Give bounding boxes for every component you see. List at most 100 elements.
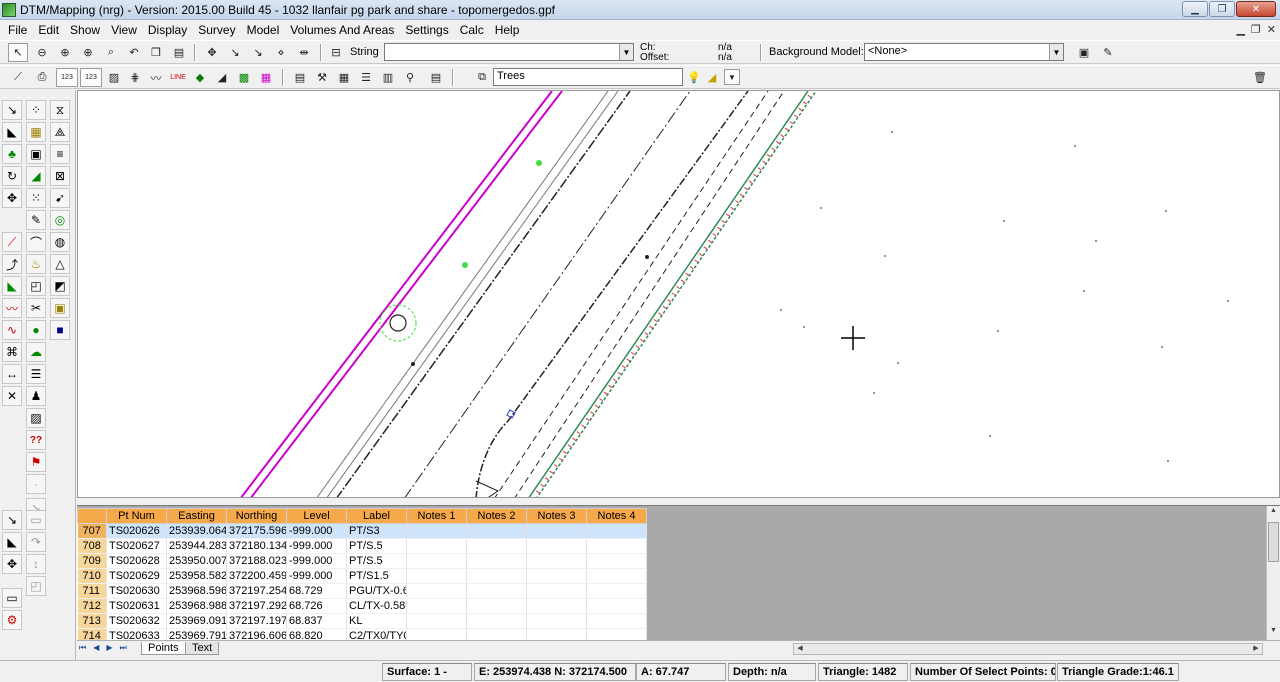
column-header[interactable]: Easting: [166, 508, 227, 524]
layer-stack-icon[interactable]: ⧉: [472, 68, 492, 87]
redraw-icon[interactable]: ▤: [169, 43, 189, 62]
row-number[interactable]: 707: [77, 523, 107, 539]
fill-icon[interactable]: ◣: [2, 122, 22, 142]
table-cell[interactable]: -999.000: [286, 538, 347, 554]
table-cell[interactable]: 253968.988: [166, 598, 227, 614]
symbol-icon[interactable]: ▣: [50, 298, 70, 318]
polygon-icon[interactable]: ⟁: [50, 122, 70, 142]
minimize-button[interactable]: ▁: [1182, 1, 1208, 17]
table-cell[interactable]: [586, 523, 647, 539]
snap-icon[interactable]: ⋄: [271, 43, 291, 62]
points-icon[interactable]: ⁘: [26, 100, 46, 120]
table-cell[interactable]: PGU/TX-0.6: [346, 583, 407, 599]
table-cell[interactable]: [406, 583, 467, 599]
string-draw-icon[interactable]: ⟋: [2, 232, 22, 252]
menu-edit[interactable]: Edit: [34, 23, 66, 37]
colour-palette-icon[interactable]: ▦: [256, 68, 276, 87]
legend-icon[interactable]: ☰: [26, 364, 46, 384]
scroll-up-icon[interactable]: ▲: [1268, 507, 1279, 519]
table-cell[interactable]: [586, 613, 647, 629]
measure-icon[interactable]: ⟋: [8, 68, 28, 87]
table-cell[interactable]: TS020630: [106, 583, 167, 599]
box-cross-icon[interactable]: ⊠: [50, 166, 70, 186]
table-cell[interactable]: 372175.596: [226, 523, 287, 539]
tab-text[interactable]: Text: [185, 642, 220, 655]
menu-file[interactable]: File: [4, 23, 34, 37]
row-number[interactable]: 709: [77, 553, 107, 569]
mdi-restore-icon[interactable]: ❐: [1251, 23, 1261, 36]
menu-volumes-and-areas[interactable]: Volumes And Areas: [286, 23, 401, 37]
polyline-icon[interactable]: ♨: [26, 254, 46, 274]
trash-icon[interactable]: 🗑: [1250, 68, 1270, 87]
table-cell[interactable]: 372188.023: [226, 553, 287, 569]
surface-icon[interactable]: ◆: [190, 68, 210, 87]
menu-show[interactable]: Show: [66, 23, 107, 37]
menu-view[interactable]: View: [107, 23, 144, 37]
table-cell[interactable]: PT/S.5: [346, 553, 407, 569]
table-cell[interactable]: 372197.292: [226, 598, 287, 614]
table-cell[interactable]: [466, 598, 527, 614]
user-icon[interactable]: ♟: [26, 386, 46, 406]
table-cell[interactable]: [466, 568, 527, 584]
table-cell[interactable]: TS020627: [106, 538, 167, 554]
text-size-icon[interactable]: 123: [56, 68, 78, 87]
table-cell[interactable]: -999.000: [286, 568, 347, 584]
pointer-icon[interactable]: ➹: [50, 188, 70, 208]
select-arrow-icon[interactable]: ↖: [8, 43, 28, 62]
table-row[interactable]: 708 TS020627 253944.283 372180.134 -999.000 P…: [77, 538, 647, 554]
surface-fill-icon[interactable]: ◢: [26, 166, 46, 186]
table-cell[interactable]: [526, 538, 587, 554]
volume-icon[interactable]: ■: [50, 320, 70, 340]
table-cell[interactable]: TS020626: [106, 523, 167, 539]
notes-icon[interactable]: ▥: [378, 68, 398, 87]
table-cell[interactable]: [466, 538, 527, 554]
scroll-left-icon[interactable]: ◀: [794, 644, 806, 654]
tab-navigation-icon[interactable]: ⏮◀▶⏭: [79, 643, 134, 653]
chevron-down-icon[interactable]: ▼: [724, 69, 740, 85]
grid-vertical-scrollbar[interactable]: ▲ ▼: [1266, 506, 1280, 640]
table-cell[interactable]: 372197.254: [226, 583, 287, 599]
table-cell[interactable]: [406, 523, 467, 539]
table-cell[interactable]: [586, 553, 647, 569]
cloud-icon[interactable]: ☁: [26, 342, 46, 362]
table-cell[interactable]: [526, 568, 587, 584]
table-cell[interactable]: [406, 568, 467, 584]
pan-icon[interactable]: ✥: [202, 43, 222, 62]
move-icon[interactable]: ⇹: [294, 43, 314, 62]
list-icon[interactable]: ☰: [356, 68, 376, 87]
section-icon[interactable]: ∿: [2, 320, 22, 340]
plan-view-canvas[interactable]: [77, 90, 1280, 498]
window-icon[interactable]: ▭: [2, 588, 22, 608]
row-number[interactable]: 712: [77, 598, 107, 614]
table-cell[interactable]: 68.726: [286, 598, 347, 614]
table-cell[interactable]: [466, 553, 527, 569]
table-cell[interactable]: [526, 613, 587, 629]
map-icon[interactable]: ▩: [234, 68, 254, 87]
table-cell[interactable]: [406, 598, 467, 614]
draw-arrow-icon[interactable]: ↘: [2, 100, 22, 120]
table-cell[interactable]: [406, 538, 467, 554]
table-icon[interactable]: ▦: [334, 68, 354, 87]
table-cell[interactable]: 68.837: [286, 613, 347, 629]
grid-horizontal-scrollbar[interactable]: ◀ ▶: [793, 643, 1263, 655]
point-pick-icon[interactable]: ↘: [225, 43, 245, 62]
intersect-icon[interactable]: ✕: [2, 386, 22, 406]
network-icon[interactable]: ⌘: [2, 342, 22, 362]
point-number-icon[interactable]: 123: [80, 68, 102, 87]
menu-display[interactable]: Display: [144, 23, 194, 37]
string-select[interactable]: ▼: [384, 43, 634, 61]
curve-icon[interactable]: ⌒: [26, 232, 46, 252]
column-header[interactable]: Northing: [226, 508, 287, 524]
tab-points[interactable]: Points: [141, 642, 186, 655]
table-cell[interactable]: [406, 613, 467, 629]
triangle-icon[interactable]: △: [50, 254, 70, 274]
table-cell[interactable]: [526, 583, 587, 599]
settings-tool-icon[interactable]: ⚙: [2, 610, 22, 630]
table-cell[interactable]: 253944.283: [166, 538, 227, 554]
mdi-close-icon[interactable]: ✕: [1267, 23, 1276, 36]
frame-icon[interactable]: ▣: [26, 144, 46, 164]
print-icon[interactable]: ⎙: [32, 68, 52, 87]
table-row[interactable]: 713 TS020632 253969.091 372197.197 68.837 KL: [77, 613, 647, 629]
zoom-previous-icon[interactable]: ↶: [124, 43, 144, 62]
dotted-grid-icon[interactable]: ⁙: [26, 188, 46, 208]
